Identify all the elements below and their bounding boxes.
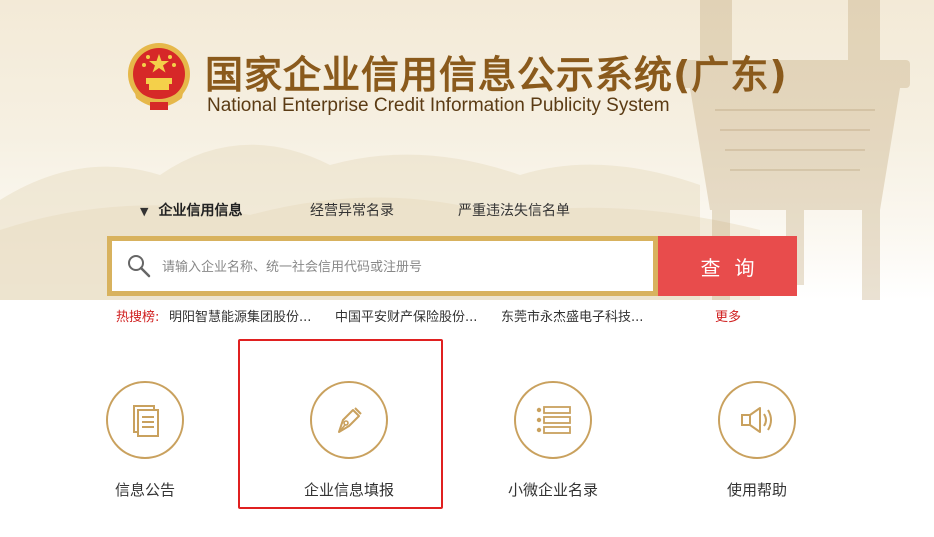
feature-label: 信息公告 bbox=[114, 481, 175, 499]
hot-search-item[interactable]: 明阳智慧能源集团股份... bbox=[169, 306, 311, 325]
tab-enterprise-credit-info[interactable]: ▼ 企业信用信息 bbox=[140, 200, 242, 220]
tab-serious-violation-list[interactable]: 严重违法失信名单 bbox=[458, 200, 570, 220]
feature-micro-enterprise-list[interactable]: 小微企业名录 bbox=[474, 381, 634, 501]
pen-nib-icon bbox=[338, 407, 362, 433]
hot-search-label: 热搜榜: bbox=[116, 310, 160, 325]
tab-abnormal-operation-list[interactable]: 经营异常名录 bbox=[310, 200, 394, 220]
feature-label: 小微企业名录 bbox=[507, 481, 598, 499]
document-icon bbox=[133, 405, 159, 437]
search-field-container bbox=[112, 241, 653, 293]
feature-label: 企业信息填报 bbox=[303, 481, 394, 499]
feature-enterprise-info-report[interactable]: 企业信息填报 bbox=[270, 381, 430, 501]
hot-search-item[interactable]: 中国平安财产保险股份... bbox=[335, 306, 477, 325]
tab-label: 企业信用信息 bbox=[158, 203, 243, 219]
national-emblem-icon bbox=[128, 43, 190, 110]
feature-info-announcement[interactable]: 信息公告 bbox=[66, 381, 226, 501]
speaker-icon bbox=[741, 407, 772, 433]
feature-icon-circle bbox=[310, 381, 388, 459]
search-input[interactable] bbox=[160, 241, 644, 293]
feature-icon-circle bbox=[106, 381, 184, 459]
feature-icon-circle bbox=[514, 381, 592, 459]
search-button[interactable]: 查询 bbox=[658, 236, 797, 296]
feature-icon-circle bbox=[718, 381, 796, 459]
page-subtitle-english: National Enterprise Credit Information P… bbox=[207, 95, 670, 116]
search-bar: 查询 bbox=[107, 236, 797, 296]
tab-label: 严重违法失信名单 bbox=[458, 203, 570, 219]
page-title: 国家企业信用信息公示系统(广东) bbox=[205, 53, 788, 97]
triangle-down-icon: ▼ bbox=[140, 205, 149, 218]
hot-search-more-link[interactable]: 更多 bbox=[715, 306, 741, 325]
list-icon bbox=[536, 406, 571, 434]
search-box-frame bbox=[107, 236, 658, 296]
search-icon bbox=[128, 255, 151, 278]
hot-search-item[interactable]: 东莞市永杰盛电子科技... bbox=[501, 306, 643, 325]
tab-label: 经营异常名录 bbox=[310, 203, 394, 219]
feature-label: 使用帮助 bbox=[726, 481, 787, 499]
feature-user-help[interactable]: 使用帮助 bbox=[678, 381, 838, 501]
